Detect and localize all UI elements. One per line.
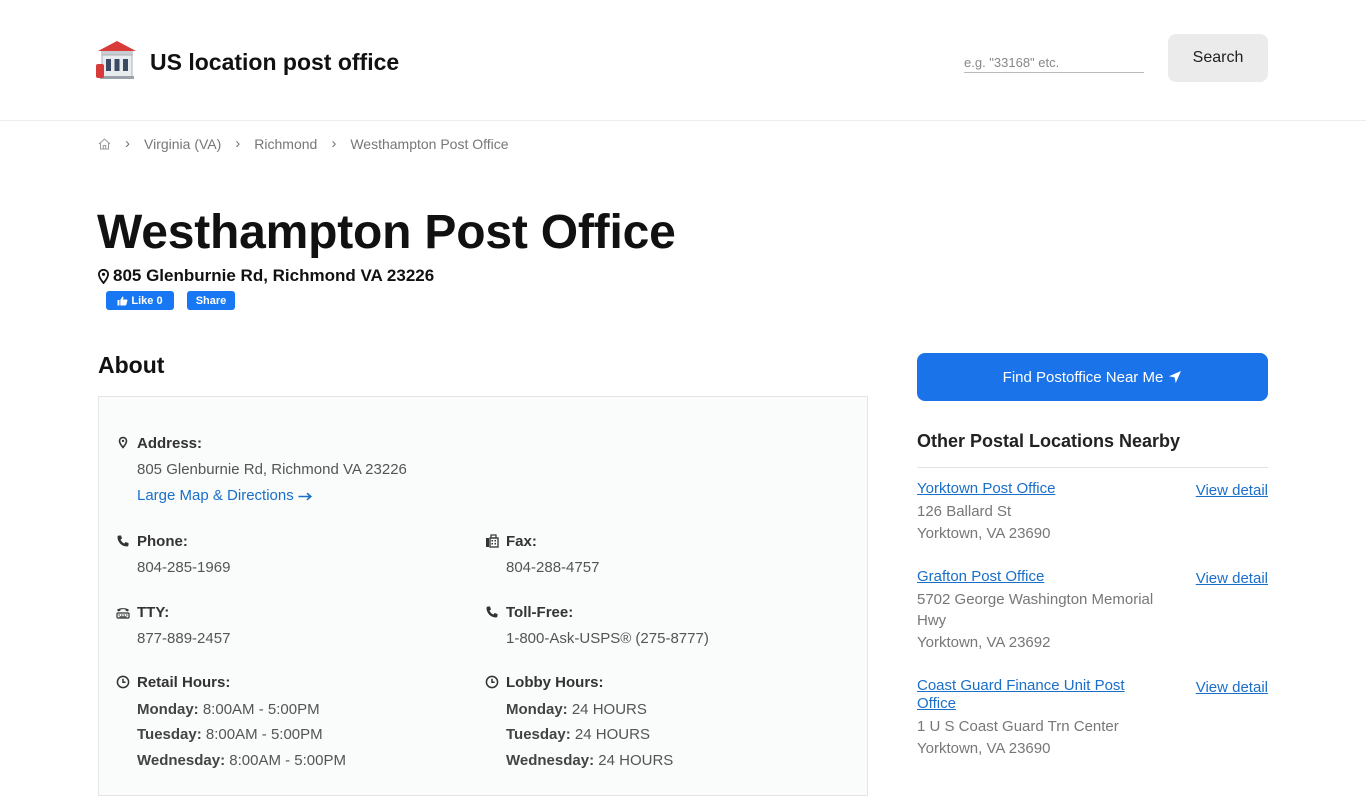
about-heading: About: [98, 352, 165, 378]
list-item: Yorktown Post Office View detail 126 Bal…: [917, 480, 1268, 550]
arrow-right-icon: [298, 492, 312, 500]
site-brand[interactable]: US location post office: [150, 49, 399, 76]
nearby-location-city: Yorktown, VA 23692: [917, 634, 1051, 651]
clock-icon: [116, 675, 130, 689]
tty-icon: [116, 608, 130, 619]
fax-icon: [486, 534, 499, 548]
map-pin-icon: [98, 268, 109, 284]
retail-hours-row: Tuesday: 8:00AM - 5:00PM: [137, 726, 323, 743]
breadcrumb-current: Westhampton Post Office: [350, 135, 509, 152]
phone-value: 804-285-1969: [137, 559, 231, 576]
find-postoffice-near-me-button[interactable]: Find Postoffice Near Me: [917, 353, 1268, 401]
office-address: 805 Glenburnie Rd, Richmond VA 23226: [98, 266, 434, 286]
nearby-location-street: 5702 George Washington Memorial Hwy: [917, 591, 1154, 629]
nearby-location-street: 1 U S Coast Guard Trn Center: [917, 718, 1119, 735]
fax-field: Fax: 804-288-4757: [485, 533, 845, 583]
clock-icon: [485, 675, 499, 689]
breadcrumb-city[interactable]: Richmond: [254, 136, 317, 152]
tty-field: TTY: 877-889-2457: [116, 604, 456, 654]
home-icon[interactable]: [98, 137, 111, 150]
phone-icon: [486, 606, 498, 618]
view-detail-link[interactable]: View detail: [1196, 679, 1268, 696]
list-item: Coast Guard Finance Unit Post Office Vie…: [917, 677, 1268, 767]
facebook-share-button[interactable]: Share: [187, 291, 235, 310]
zip-search-input[interactable]: [964, 52, 1144, 73]
search-button[interactable]: Search: [1168, 34, 1268, 82]
phone-field: Phone: 804-285-1969: [116, 533, 456, 583]
nearby-location-name[interactable]: Coast Guard Finance Unit Post Office: [917, 677, 1157, 713]
tollfree-value: 1-800-Ask-USPS® (275-8777): [506, 630, 709, 647]
address-field: Address: 805 Glenburnie Rd, Richmond VA …: [116, 435, 476, 510]
retail-hours-row: Monday: 8:00AM - 5:00PM: [137, 701, 320, 718]
large-map-directions-link[interactable]: Large Map & Directions: [137, 487, 313, 504]
retail-hours-label: Retail Hours:: [137, 674, 231, 691]
phone-icon: [117, 535, 129, 547]
breadcrumb-chevron-icon: ›: [125, 135, 130, 152]
nearby-location-city: Yorktown, VA 23690: [917, 525, 1051, 542]
thumbs-up-icon: [117, 296, 128, 305]
fax-value: 804-288-4757: [506, 559, 600, 576]
lobby-hours-row: Monday: 24 HOURS: [506, 701, 647, 718]
nearby-location-city: Yorktown, VA 23690: [917, 740, 1051, 757]
nearby-location-name[interactable]: Yorktown Post Office: [917, 480, 1157, 498]
about-panel: Address: 805 Glenburnie Rd, Richmond VA …: [98, 396, 868, 796]
breadcrumb-chevron-icon: ›: [331, 135, 337, 152]
lobby-hours-label: Lobby Hours:: [506, 674, 604, 691]
lobby-hours-row: Tuesday: 24 HOURS: [506, 726, 650, 743]
tty-value: 877-889-2457: [137, 630, 231, 647]
breadcrumb-state[interactable]: Virginia (VA): [144, 136, 221, 152]
view-detail-link[interactable]: View detail: [1196, 482, 1268, 499]
breadcrumb-chevron-icon: ›: [235, 135, 241, 152]
facebook-like-button[interactable]: Like 0: [106, 291, 174, 310]
post-office-logo-icon[interactable]: [96, 38, 138, 82]
location-arrow-icon: [1169, 371, 1182, 383]
site-header: US location post office Search: [0, 0, 1366, 121]
tty-label: TTY:: [137, 604, 170, 621]
breadcrumb: › Virginia (VA) › Richmond › Westhampton…: [98, 135, 509, 152]
divider: [917, 467, 1268, 468]
list-item: Grafton Post Office View detail 5702 Geo…: [917, 568, 1268, 658]
fax-label: Fax:: [506, 533, 537, 550]
address-value: 805 Glenburnie Rd, Richmond VA 23226: [137, 461, 407, 478]
nearby-heading: Other Postal Locations Nearby: [917, 431, 1181, 451]
map-pin-icon: [118, 436, 128, 449]
phone-label: Phone:: [137, 533, 188, 550]
page-title: Westhampton Post Office: [97, 206, 676, 259]
tollfree-label: Toll-Free:: [506, 604, 574, 621]
view-detail-link[interactable]: View detail: [1196, 570, 1268, 587]
nearby-location-street: 126 Ballard St: [917, 503, 1012, 520]
tollfree-field: Toll-Free: 1-800-Ask-USPS® (275-8777): [485, 604, 845, 654]
office-address-text: 805 Glenburnie Rd, Richmond VA 23226: [113, 266, 435, 285]
nearby-location-name[interactable]: Grafton Post Office: [917, 568, 1157, 586]
lobby-hours-row: Wednesday: 24 HOURS: [506, 752, 674, 769]
retail-hours-row: Wednesday: 8:00AM - 5:00PM: [137, 752, 346, 769]
address-label: Address:: [137, 435, 203, 452]
